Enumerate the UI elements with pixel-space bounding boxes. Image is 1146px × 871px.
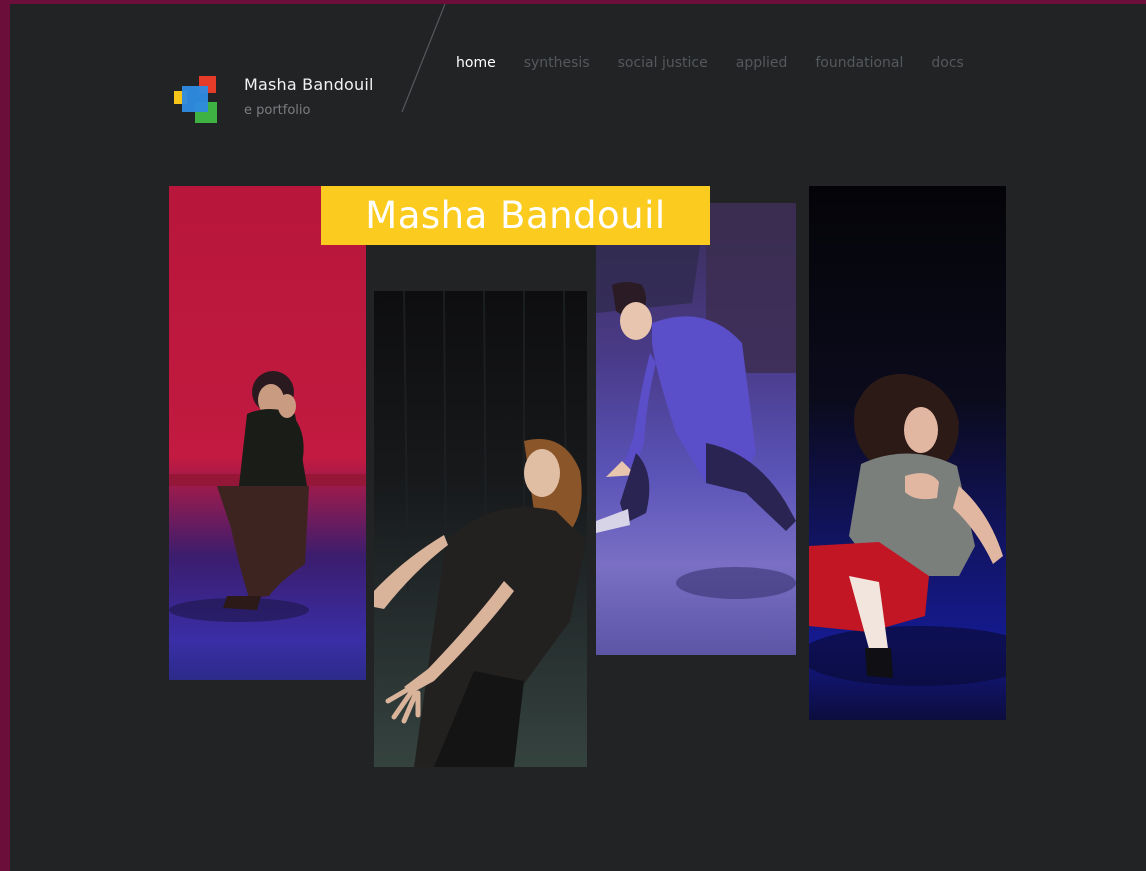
nav-item-social-justice[interactable]: social justice: [618, 55, 708, 71]
nav-item-home[interactable]: home: [456, 55, 496, 71]
header-divider: [401, 4, 446, 113]
nav-item-docs[interactable]: docs: [931, 55, 963, 71]
gallery-photo-2[interactable]: [374, 291, 587, 767]
nav-item-synthesis[interactable]: synthesis: [524, 55, 590, 71]
logo-square-blue: [182, 86, 208, 112]
site-subtitle: e portfolio: [244, 103, 311, 118]
logo-icon[interactable]: [172, 76, 220, 124]
nav-item-foundational[interactable]: foundational: [815, 55, 903, 71]
site-title[interactable]: Masha Bandouil: [244, 75, 374, 94]
dancer-seated-figure: [809, 373, 1006, 686]
main-nav: home synthesis social justice applied fo…: [456, 55, 992, 71]
nav-item-applied[interactable]: applied: [736, 55, 788, 71]
gallery-photo-1[interactable]: [169, 186, 366, 680]
dancer-lunging-figure: [596, 203, 796, 599]
gallery-photo-4[interactable]: [809, 186, 1006, 720]
dancer-leaning-figure: [374, 291, 586, 767]
hero-name-banner: Masha Bandouil: [321, 186, 710, 245]
dancer-kneeling-figure: [169, 371, 366, 622]
page: Masha Bandouil e portfolio home synthesi…: [10, 4, 1146, 871]
gallery-photo-3[interactable]: [596, 203, 796, 655]
